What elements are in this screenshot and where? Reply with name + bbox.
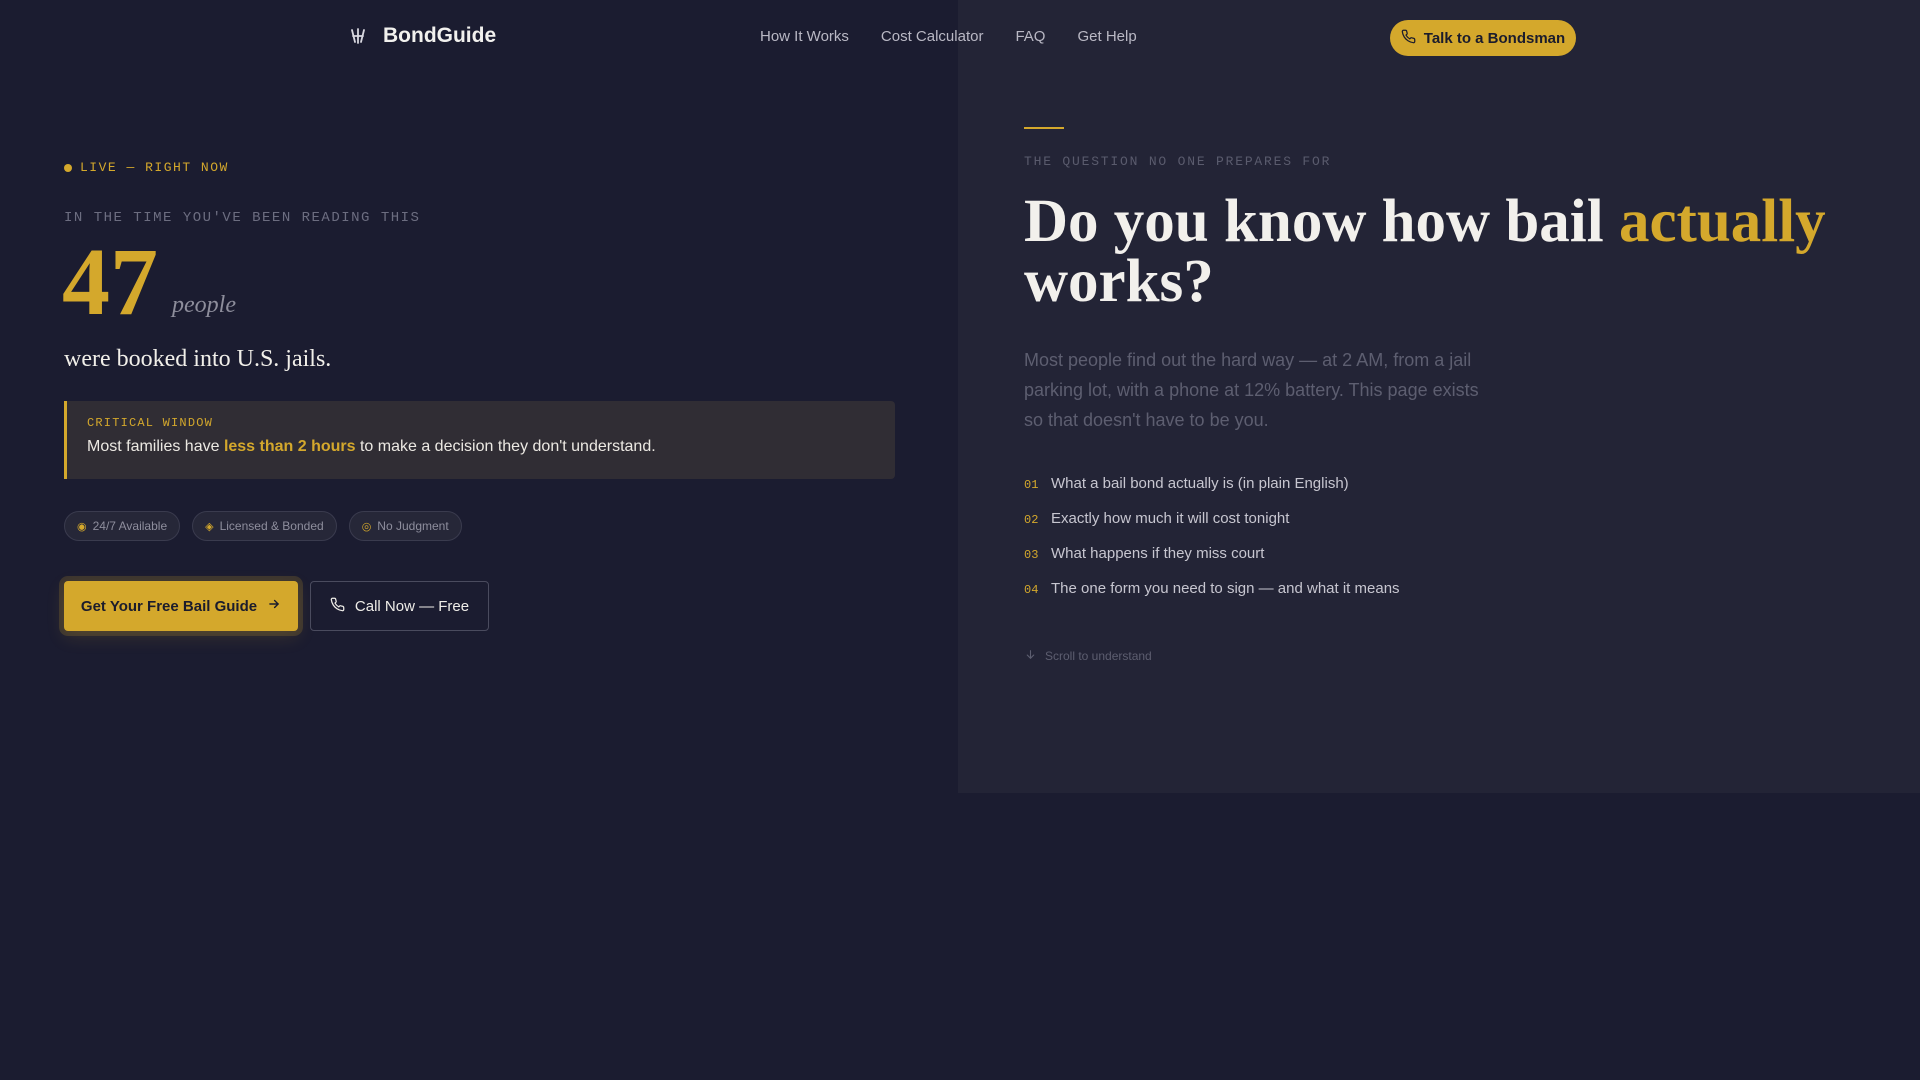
badge-label: 24/7 Available [92,519,168,533]
critical-window-label: CRITICAL WINDOW [87,416,214,430]
ring-icon: ◎ [361,520,372,533]
arrow-down-icon [1024,648,1037,664]
talk-to-bondsman-label: Talk to a Bondsman [1423,29,1566,47]
page: BondGuide How It Works Cost Calculator F… [0,0,1920,1080]
nav-link-how-it-works[interactable]: How It Works [760,28,849,45]
badge-licensed: ◈ Licensed & Bonded [192,511,337,541]
list-item-text: Exactly how much it will cost tonight [1051,510,1290,527]
gavel-icon [347,25,369,47]
circle-icon: ◉ [77,520,87,533]
accent-rule [1024,127,1064,129]
brand-logo[interactable]: BondGuide [347,24,496,48]
question-eyebrow: THE QUESTION NO ONE PREPARES FOR [1024,154,1332,169]
diamond-icon: ◈ [205,520,214,533]
arrow-right-icon [267,597,281,615]
live-dot-icon [64,163,72,172]
phone-icon [1401,29,1416,48]
nav-link-get-help[interactable]: Get Help [1077,28,1136,45]
get-bail-guide-button[interactable]: Get Your Free Bail Guide [64,581,298,631]
get-bail-guide-label: Get Your Free Bail Guide [80,597,258,615]
trust-badges: ◉ 24/7 Available ◈ Licensed & Bonded ◎ N… [64,511,462,541]
booked-text: were booked into U.S. jails. [64,346,332,372]
list-item-text: The one form you need to sign — and what… [1051,580,1400,597]
scroll-hint-label: Scroll to understand [1045,649,1152,663]
badge-label: Licensed & Bonded [219,519,324,533]
list-item-text: What happens if they miss court [1051,545,1265,562]
live-label: LIVE — RIGHT NOW [80,160,229,175]
list-item: 04 The one form you need to sign — and w… [1024,580,1400,615]
question-headline: Do you know how bail actually works? [1024,191,1884,315]
badge-available: ◉ 24/7 Available [64,511,181,541]
list-item: 02 Exactly how much it will cost tonight [1024,510,1400,545]
list-item-number: 04 [1024,583,1039,597]
call-now-button[interactable]: Call Now — Free [310,581,489,631]
list-item: 03 What happens if they miss court [1024,545,1400,580]
nav-link-cost-calculator[interactable]: Cost Calculator [881,28,984,45]
talk-to-bondsman-button[interactable]: Talk to a Bondsman [1390,20,1576,56]
nav-links: How It Works Cost Calculator FAQ Get Hel… [760,28,1137,45]
list-item-number: 02 [1024,513,1039,527]
critical-text-before: Most families have [87,438,224,455]
booked-count: 47 [62,228,158,335]
brand-name: BondGuide [383,24,497,47]
phone-icon [330,597,345,616]
topics-list: 01 What a bail bond actually is (in plai… [1024,475,1400,615]
critical-text-highlight: less than 2 hours [223,438,356,455]
top-nav: BondGuide How It Works Cost Calculator F… [0,0,1920,76]
list-item-text: What a bail bond actually is (in plain E… [1051,475,1349,492]
nav-link-faq[interactable]: FAQ [1015,28,1045,45]
headline-before: Do you know how bail [1024,188,1619,255]
badge-no-judgment: ◎ No Judgment [348,511,462,541]
list-item: 01 What a bail bond actually is (in plai… [1024,475,1400,510]
scroll-hint[interactable]: Scroll to understand [1024,648,1152,664]
list-item-number: 03 [1024,548,1039,562]
question-lede: Most people find out the hard way — at 2… [1024,350,1479,430]
headline-after: works? [1024,248,1214,315]
badge-label: No Judgment [377,519,449,533]
booked-count-unit: people [172,292,236,318]
headline-accent: actually [1618,188,1826,255]
critical-window-text: Most families have less than 2 hours to … [87,438,875,456]
call-now-label: Call Now — Free [354,597,470,615]
critical-text-after: to make a decision they don't understand… [355,438,656,455]
critical-window-callout: CRITICAL WINDOW Most families have less … [64,401,895,479]
live-indicator: LIVE — RIGHT NOW [64,160,229,175]
list-item-number: 01 [1024,478,1039,492]
reading-label: IN THE TIME YOU'VE BEEN READING THIS [64,210,421,226]
